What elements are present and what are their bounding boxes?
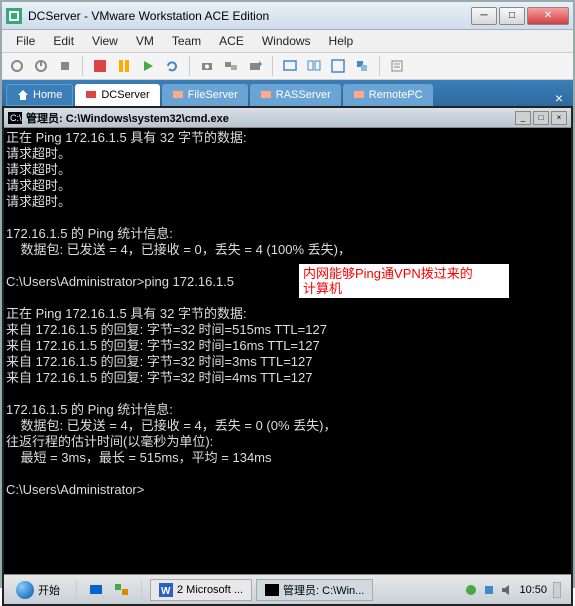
snapshot-manager-icon[interactable] [220, 55, 242, 77]
cmd-titlebar: C:\ 管理员: C:\Windows\system32\cmd.exe _ □… [4, 108, 571, 128]
app-icon [6, 8, 22, 24]
stop-icon[interactable] [89, 55, 111, 77]
start-label: 开始 [38, 582, 60, 598]
tabbar: Home DCServer FileServer RASServer Remot… [2, 80, 573, 106]
tab-label: FileServer [188, 89, 238, 101]
cmd-icon [265, 584, 279, 596]
tab-label: RemotePC [369, 89, 423, 101]
quick-launch-icon[interactable] [111, 579, 133, 601]
revert-icon[interactable] [244, 55, 266, 77]
tab-label: DCServer [101, 89, 149, 101]
menubar: File Edit View VM Team ACE Windows Help [2, 30, 573, 52]
cmd-window: C:\ 管理员: C:\Windows\system32\cmd.exe _ □… [4, 108, 571, 574]
cmd-icon: C:\ [8, 112, 22, 124]
taskbar-item-label: 管理员: C:\Win... [283, 582, 364, 598]
tab-close-button[interactable]: × [549, 90, 569, 106]
tab-label: Home [33, 89, 62, 101]
show-console-icon[interactable] [279, 55, 301, 77]
clock[interactable]: 10:50 [519, 584, 547, 596]
vm-icon [172, 89, 184, 101]
show-desktop-button[interactable] [553, 582, 561, 598]
terminal-text: 正在 Ping 172.16.1.5 具有 32 字节的数据: 请求超时。 请求… [6, 130, 351, 497]
fullscreen-icon[interactable] [327, 55, 349, 77]
tab-home[interactable]: Home [6, 84, 73, 106]
unity-icon[interactable] [351, 55, 373, 77]
menu-file[interactable]: File [8, 32, 43, 50]
power-off-icon[interactable] [6, 55, 28, 77]
tray-icon[interactable] [465, 584, 477, 596]
menu-edit[interactable]: Edit [45, 32, 82, 50]
terminal-output[interactable]: 正在 Ping 172.16.1.5 具有 32 字节的数据: 请求超时。 请求… [4, 128, 571, 574]
svg-text:C:\: C:\ [10, 113, 22, 123]
toolbar [2, 52, 573, 80]
tab-label: RASServer [276, 89, 331, 101]
close-button[interactable]: ✕ [527, 7, 569, 25]
vm-console: C:\ 管理员: C:\Windows\system32\cmd.exe _ □… [2, 106, 573, 606]
titlebar: DCServer - VMware Workstation ACE Editio… [2, 2, 573, 30]
tab-remotepc[interactable]: RemotePC [343, 84, 433, 106]
summary-icon[interactable] [386, 55, 408, 77]
menu-vm[interactable]: VM [128, 32, 162, 50]
menu-windows[interactable]: Windows [254, 32, 319, 50]
menu-view[interactable]: View [84, 32, 126, 50]
cmd-title: 管理员: C:\Windows\system32\cmd.exe [26, 110, 513, 126]
vm-icon [260, 89, 272, 101]
system-tray: 10:50 [459, 582, 567, 598]
tray-icon[interactable] [483, 584, 495, 596]
maximize-button[interactable]: □ [499, 7, 525, 25]
menu-team[interactable]: Team [164, 32, 209, 50]
tab-dcserver[interactable]: DCServer [75, 84, 159, 106]
taskbar-item-label: 2 Microsoft ... [177, 584, 243, 596]
tab-fileserver[interactable]: FileServer [162, 84, 248, 106]
word-icon: W [159, 583, 173, 597]
minimize-button[interactable]: ─ [471, 7, 497, 25]
annotation-overlay: 内网能够Ping通VPN拨过来的 计算机 [299, 264, 509, 298]
menu-ace[interactable]: ACE [211, 32, 252, 50]
window-title: DCServer - VMware Workstation ACE Editio… [28, 9, 471, 23]
guest-taskbar: 开始 W 2 Microsoft ... 管理员: C:\Win... 10:5… [4, 574, 571, 604]
windows-orb-icon [16, 581, 34, 599]
taskbar-item[interactable]: W 2 Microsoft ... [150, 579, 252, 601]
snapshot-icon[interactable] [196, 55, 218, 77]
volume-icon[interactable] [501, 584, 513, 596]
pause-icon[interactable] [113, 55, 135, 77]
home-icon [17, 89, 29, 101]
cmd-minimize-button[interactable]: _ [515, 111, 531, 125]
play-icon[interactable] [137, 55, 159, 77]
tab-rasserver[interactable]: RASServer [250, 84, 341, 106]
taskbar-item[interactable]: 管理员: C:\Win... [256, 579, 373, 601]
quick-launch-icon[interactable] [85, 579, 107, 601]
reset-icon[interactable] [161, 55, 183, 77]
power-on-icon[interactable] [30, 55, 52, 77]
suspend-icon[interactable] [54, 55, 76, 77]
quick-switch-icon[interactable] [303, 55, 325, 77]
cmd-close-button[interactable]: × [551, 111, 567, 125]
start-button[interactable]: 开始 [8, 579, 68, 601]
vm-icon [353, 89, 365, 101]
cmd-maximize-button[interactable]: □ [533, 111, 549, 125]
vm-icon [85, 89, 97, 101]
menu-help[interactable]: Help [321, 32, 362, 50]
svg-text:W: W [161, 586, 171, 597]
